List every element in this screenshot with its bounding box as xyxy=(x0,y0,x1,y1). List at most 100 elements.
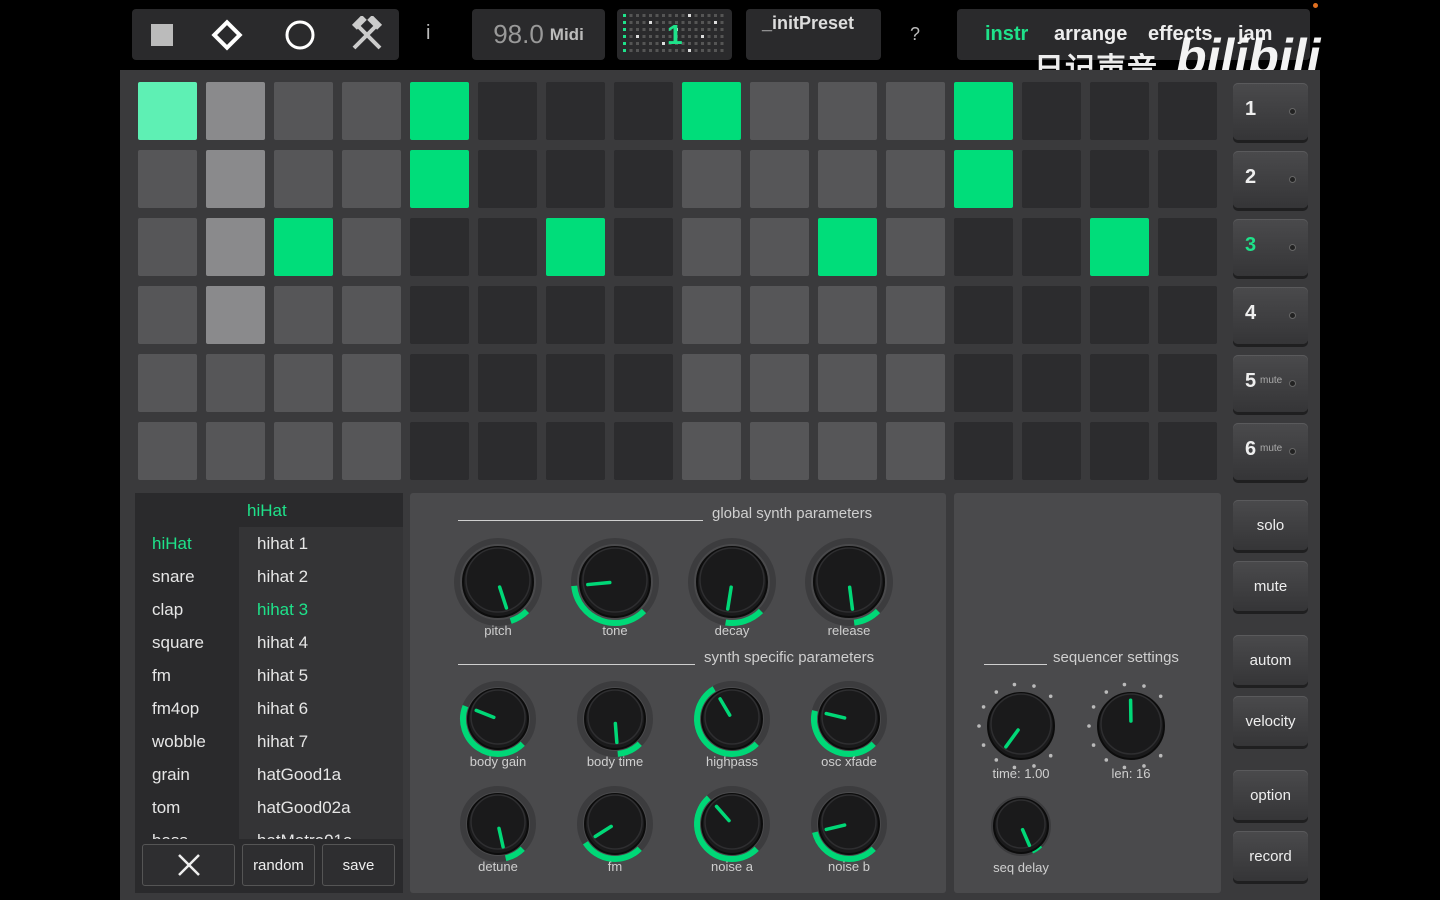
step-cell[interactable] xyxy=(682,150,741,208)
step-cell[interactable] xyxy=(138,218,197,276)
tab-arrange[interactable]: arrange xyxy=(1054,23,1127,46)
knob-len[interactable] xyxy=(1077,672,1185,780)
step-cell[interactable] xyxy=(1158,82,1217,140)
preset-item[interactable]: hatGood1a xyxy=(257,765,341,785)
category-list[interactable]: hiHat snare clap square fm fm4op wobble grain to… xyxy=(135,527,237,839)
tools-button[interactable] xyxy=(337,9,397,60)
step-cell[interactable] xyxy=(546,354,605,412)
category-item[interactable]: snare xyxy=(152,567,195,587)
track-button-5[interactable]: 5 mute xyxy=(1233,355,1308,412)
step-cell[interactable] xyxy=(342,150,401,208)
preset-item[interactable]: hatMetro01a xyxy=(257,831,352,839)
preset-item[interactable]: hihat 4 xyxy=(257,633,308,653)
step-cell[interactable] xyxy=(750,218,809,276)
stop-button[interactable] xyxy=(132,9,192,60)
step-cell[interactable] xyxy=(1158,150,1217,208)
step-cell[interactable] xyxy=(478,150,537,208)
preset-item[interactable]: hihat 6 xyxy=(257,699,308,719)
step-cell[interactable] xyxy=(206,218,265,276)
step-cell[interactable] xyxy=(1158,354,1217,412)
step-cell[interactable] xyxy=(1090,218,1149,276)
step-cell[interactable] xyxy=(750,354,809,412)
step-cell[interactable] xyxy=(1022,150,1081,208)
step-cell[interactable] xyxy=(954,218,1013,276)
info-button[interactable]: i xyxy=(426,22,430,45)
step-cell[interactable] xyxy=(138,354,197,412)
step-cell[interactable] xyxy=(274,218,333,276)
record-button[interactable]: record xyxy=(1233,831,1308,881)
step-cell[interactable] xyxy=(614,354,673,412)
circle-button[interactable] xyxy=(270,9,330,60)
step-cell[interactable] xyxy=(410,82,469,140)
step-cell[interactable] xyxy=(342,354,401,412)
step-cell[interactable] xyxy=(138,422,197,480)
track-button-3[interactable]: 3 xyxy=(1233,219,1308,276)
tab-instr[interactable]: instr xyxy=(985,23,1028,46)
random-button[interactable]: random xyxy=(242,844,315,886)
category-item[interactable]: tom xyxy=(152,798,180,818)
step-cell[interactable] xyxy=(1090,82,1149,140)
step-cell[interactable] xyxy=(1158,218,1217,276)
track-button-4[interactable]: 4 xyxy=(1233,287,1308,344)
step-cell[interactable] xyxy=(274,286,333,344)
step-cell[interactable] xyxy=(478,286,537,344)
step-cell[interactable] xyxy=(886,286,945,344)
step-cell[interactable] xyxy=(206,354,265,412)
step-cell[interactable] xyxy=(614,82,673,140)
step-cell[interactable] xyxy=(1158,286,1217,344)
step-cell[interactable] xyxy=(682,82,741,140)
category-item[interactable]: wobble xyxy=(152,732,206,752)
step-cell[interactable] xyxy=(478,218,537,276)
category-item[interactable]: grain xyxy=(152,765,190,785)
step-cell[interactable] xyxy=(546,82,605,140)
step-cell[interactable] xyxy=(546,218,605,276)
step-cell[interactable] xyxy=(410,218,469,276)
step-cell[interactable] xyxy=(954,422,1013,480)
category-item[interactable]: fm xyxy=(152,666,171,686)
step-cell[interactable] xyxy=(274,354,333,412)
step-cell[interactable] xyxy=(614,286,673,344)
preset-list[interactable]: hihat 1 hihat 2 hihat 3 hihat 4 hihat 5 hihat… xyxy=(239,527,403,839)
step-cell[interactable] xyxy=(342,422,401,480)
step-cell[interactable] xyxy=(1022,82,1081,140)
step-cell[interactable] xyxy=(1090,286,1149,344)
step-cell[interactable] xyxy=(614,422,673,480)
step-cell[interactable] xyxy=(954,286,1013,344)
step-cell[interactable] xyxy=(274,150,333,208)
step-cell[interactable] xyxy=(1022,422,1081,480)
track-button-6[interactable]: 6 mute xyxy=(1233,423,1308,480)
step-cell[interactable] xyxy=(1158,422,1217,480)
step-cell[interactable] xyxy=(954,82,1013,140)
step-cell[interactable] xyxy=(1022,218,1081,276)
step-cell[interactable] xyxy=(410,150,469,208)
step-cell[interactable] xyxy=(818,82,877,140)
step-cell[interactable] xyxy=(410,422,469,480)
help-button[interactable]: ? xyxy=(910,24,920,45)
knob-time[interactable] xyxy=(967,672,1075,780)
step-cell[interactable] xyxy=(342,82,401,140)
step-cell[interactable] xyxy=(750,82,809,140)
step-cell[interactable] xyxy=(1022,354,1081,412)
category-item[interactable]: fm4op xyxy=(152,699,199,719)
step-cell[interactable] xyxy=(682,422,741,480)
save-button[interactable]: save xyxy=(322,844,395,886)
step-cell[interactable] xyxy=(818,286,877,344)
step-cell[interactable] xyxy=(682,354,741,412)
step-cell[interactable] xyxy=(546,150,605,208)
category-item[interactable]: clap xyxy=(152,600,183,620)
step-cell[interactable] xyxy=(410,354,469,412)
step-cell[interactable] xyxy=(206,82,265,140)
preset-item[interactable]: hihat 3 xyxy=(257,600,308,620)
step-cell[interactable] xyxy=(818,354,877,412)
step-cell[interactable] xyxy=(546,286,605,344)
step-cell[interactable] xyxy=(138,82,197,140)
category-item[interactable]: hiHat xyxy=(152,534,192,554)
option-button[interactable]: option xyxy=(1233,770,1308,820)
category-item[interactable]: bass xyxy=(152,831,188,839)
step-cell[interactable] xyxy=(274,82,333,140)
preset-selector[interactable]: _initPreset xyxy=(746,9,881,60)
step-cell[interactable] xyxy=(138,150,197,208)
step-cell[interactable] xyxy=(954,354,1013,412)
category-item[interactable]: square xyxy=(152,633,204,653)
velocity-button[interactable]: velocity xyxy=(1233,696,1308,746)
